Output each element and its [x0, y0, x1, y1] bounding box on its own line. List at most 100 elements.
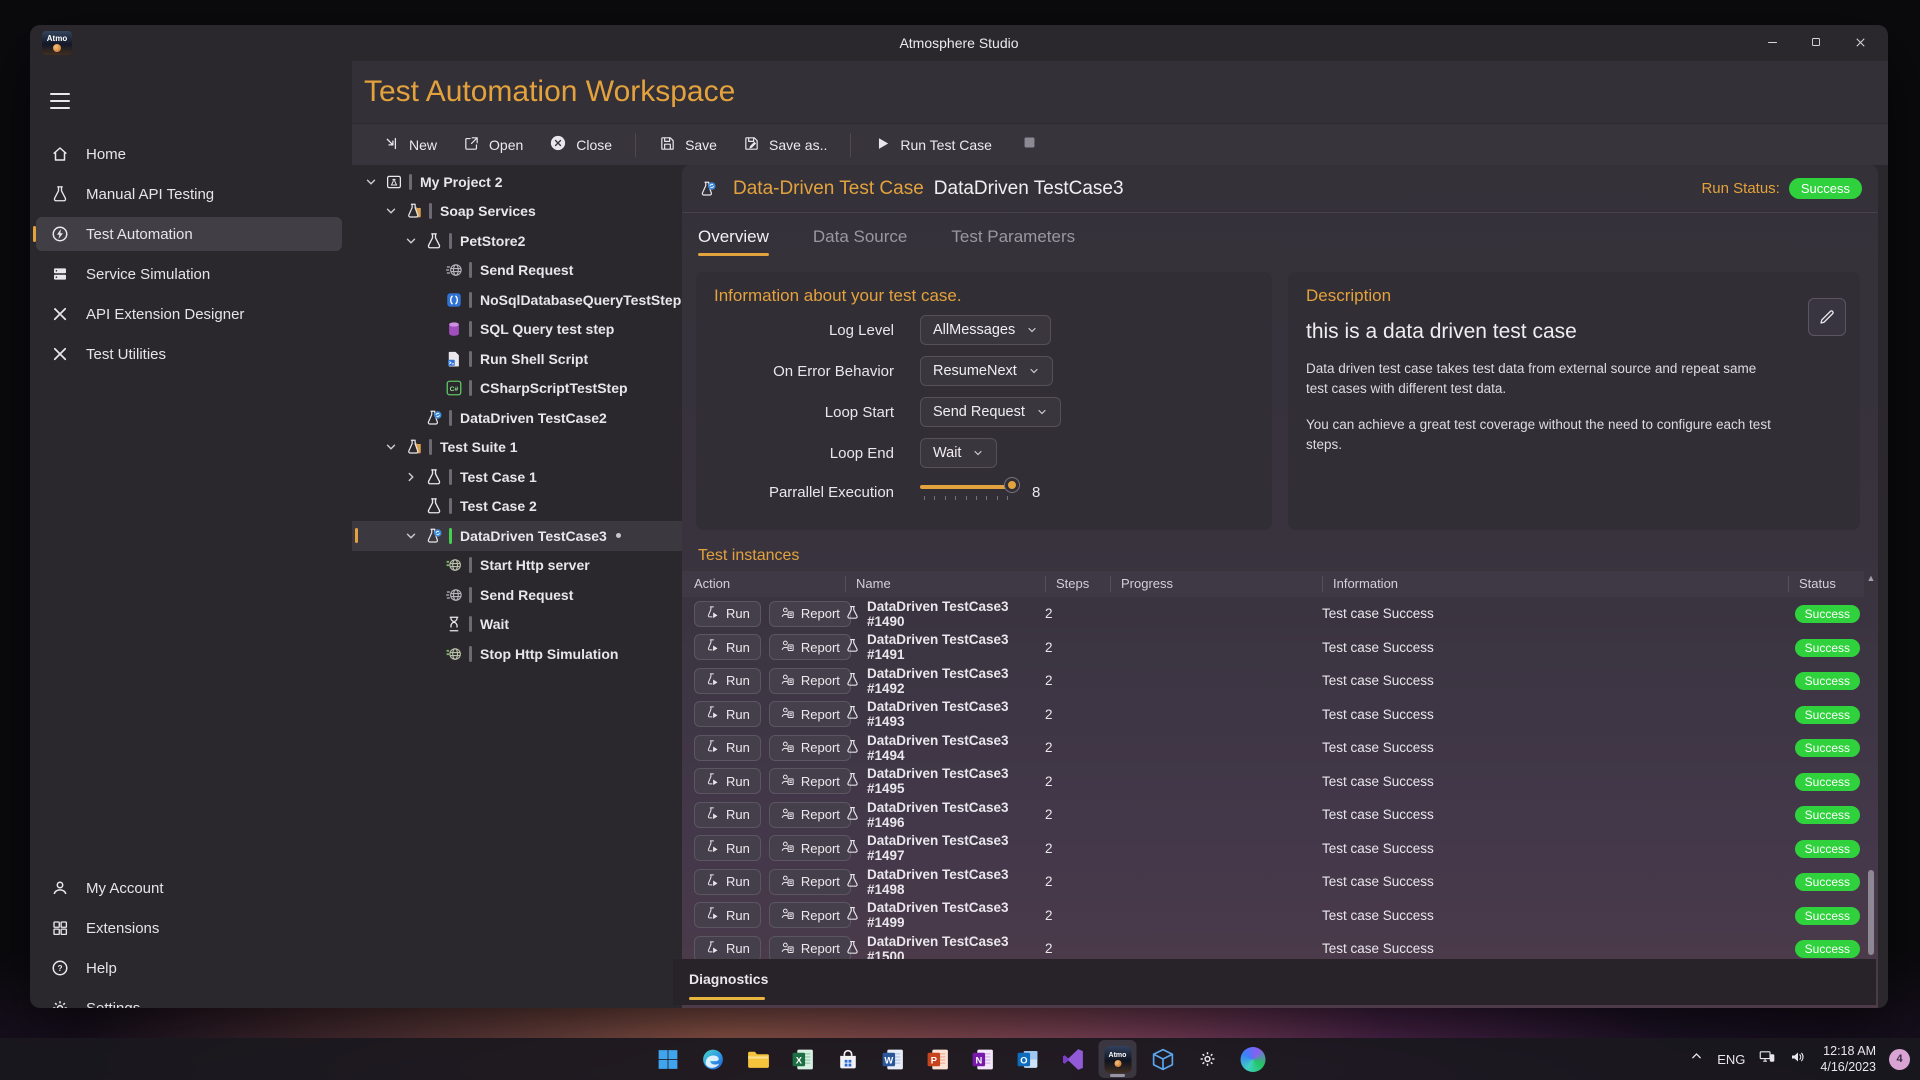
tab-data-source[interactable]: Data Source [813, 227, 908, 256]
network-icon[interactable] [1758, 1048, 1776, 1071]
notification-badge[interactable]: 4 [1889, 1049, 1910, 1070]
report-button[interactable]: Report [769, 735, 851, 761]
report-button[interactable]: Report [769, 768, 851, 794]
tree-item-petstore2[interactable]: PetStore2 [352, 226, 682, 256]
tree-item-nosqldatabasequeryteststep[interactable]: NoSqlDatabaseQueryTestStep [352, 285, 682, 315]
close-button[interactable] [1838, 25, 1882, 59]
parallel-execution-slider[interactable] [920, 485, 1012, 500]
chevron-down-icon[interactable] [384, 204, 404, 218]
chevron-down-icon[interactable] [364, 175, 384, 189]
taskbar-atmosphere-icon[interactable]: Atmo [1099, 1040, 1137, 1078]
chevron-right-icon[interactable] [404, 470, 424, 484]
sidebar-item-service-simulation[interactable]: Service Simulation [36, 257, 342, 291]
report-button[interactable]: Report [769, 936, 851, 962]
report-button[interactable]: Report [769, 869, 851, 895]
sidebar-item-settings[interactable]: Settings [36, 991, 342, 1008]
run-button[interactable]: Run [694, 936, 761, 962]
taskbar-outlook-icon[interactable]: O [1009, 1040, 1047, 1078]
table-scrollbar[interactable]: ▲ [1866, 573, 1876, 955]
toolbar-button-save-as[interactable]: Save as.. [730, 129, 840, 161]
report-button[interactable]: Report [769, 634, 851, 660]
sidebar-item-extensions[interactable]: Extensions [36, 911, 342, 945]
taskbar-edge-icon[interactable] [694, 1040, 732, 1078]
dropdown[interactable]: AllMessages [920, 315, 1051, 345]
taskbar-start-icon[interactable] [649, 1040, 687, 1078]
minimize-button[interactable] [1750, 25, 1794, 59]
tree-item-sql-query-test-step[interactable]: SQL Query test step [352, 315, 682, 345]
stop-button[interactable] [1021, 134, 1038, 156]
chevron-down-icon[interactable] [404, 529, 424, 543]
tree-item-stop-http-simulation[interactable]: Stop Http Simulation [352, 639, 682, 669]
tree-item-soap-services[interactable]: Soap Services [352, 197, 682, 227]
taskbar-file-explorer-icon[interactable] [739, 1040, 777, 1078]
run-button[interactable]: Run [694, 634, 761, 660]
run-button[interactable]: Run [694, 802, 761, 828]
slider-thumb[interactable] [1005, 478, 1019, 492]
report-button[interactable]: Report [769, 835, 851, 861]
tree-item-test-case-2[interactable]: Test Case 2 [352, 492, 682, 522]
toolbar-button-save[interactable]: Save [646, 129, 730, 161]
run-button[interactable]: Run [694, 668, 761, 694]
language-indicator[interactable]: ENG [1717, 1052, 1745, 1067]
sidebar-item-manual-api-testing[interactable]: Manual API Testing [36, 177, 342, 211]
toolbar-button-close[interactable]: Close [536, 128, 625, 161]
report-button[interactable]: Report [769, 601, 851, 627]
volume-icon[interactable] [1789, 1048, 1807, 1071]
edit-description-button[interactable] [1808, 298, 1846, 336]
run-button[interactable]: Run [694, 601, 761, 627]
taskbar-sphere-icon[interactable] [1234, 1040, 1272, 1078]
dropdown[interactable]: Send Request [920, 397, 1061, 427]
maximize-button[interactable] [1794, 25, 1838, 59]
toolbar-button-run-test-case[interactable]: Run Test Case [861, 129, 1005, 161]
tree-item-datadriven-testcase2[interactable]: DataDriven TestCase2 [352, 403, 682, 433]
sidebar-item-test-automation[interactable]: Test Automation [36, 217, 342, 251]
scroll-up-icon[interactable]: ▲ [1866, 573, 1876, 583]
tab-test-parameters[interactable]: Test Parameters [951, 227, 1075, 256]
taskbar-powerpoint-icon[interactable]: P [919, 1040, 957, 1078]
tree-item-test-case-1[interactable]: Test Case 1 [352, 462, 682, 492]
tray-chevron-up-icon[interactable] [1689, 1049, 1704, 1069]
report-button[interactable]: Report [769, 802, 851, 828]
taskbar-box-3d-icon[interactable] [1144, 1040, 1182, 1078]
sidebar-item-help[interactable]: ? Help [36, 951, 342, 985]
sidebar-item-api-extension-designer[interactable]: API Extension Designer [36, 297, 342, 331]
toolbar-button-open[interactable]: Open [450, 129, 536, 161]
tab-diagnostics[interactable]: Diagnostics [689, 971, 768, 987]
taskbar-visual-studio-icon[interactable] [1054, 1040, 1092, 1078]
run-button[interactable]: Run [694, 735, 761, 761]
tree-item-send-request[interactable]: Send Request [352, 256, 682, 286]
dropdown[interactable]: ResumeNext [920, 356, 1053, 386]
tree-item-csharpscriptteststep[interactable]: C# CSharpScriptTestStep [352, 374, 682, 404]
tree-item-run-shell-script[interactable]: Run Shell Script [352, 344, 682, 374]
run-button[interactable]: Run [694, 701, 761, 727]
taskbar-store-icon[interactable] [829, 1040, 867, 1078]
run-button[interactable]: Run [694, 768, 761, 794]
report-button[interactable]: Report [769, 701, 851, 727]
taskbar-gear-icon[interactable] [1189, 1040, 1227, 1078]
run-button[interactable]: Run [694, 902, 761, 928]
tab-overview[interactable]: Overview [698, 227, 769, 256]
chevron-down-icon[interactable] [384, 440, 404, 454]
tree-item-send-request[interactable]: Send Request [352, 580, 682, 610]
run-button[interactable]: Run [694, 835, 761, 861]
tree-item-test-suite-1[interactable]: Test Suite 1 [352, 433, 682, 463]
dropdown[interactable]: Wait [920, 438, 997, 468]
tree-item-datadriven-testcase3[interactable]: DataDriven TestCase3 [352, 521, 682, 551]
scrollbar-thumb[interactable] [1868, 870, 1874, 955]
hamburger-menu-icon[interactable] [50, 93, 70, 109]
report-button[interactable]: Report [769, 668, 851, 694]
taskbar-excel-icon[interactable]: X [784, 1040, 822, 1078]
sidebar-item-my-account[interactable]: My Account [36, 871, 342, 905]
report-button[interactable]: Report [769, 902, 851, 928]
sidebar-item-test-utilities[interactable]: Test Utilities [36, 337, 342, 371]
run-button[interactable]: Run [694, 869, 761, 895]
chevron-down-icon[interactable] [404, 234, 424, 248]
tree-item-start-http-server[interactable]: Start Http server [352, 551, 682, 581]
taskbar-word-icon[interactable]: W [874, 1040, 912, 1078]
sidebar-item-home[interactable]: Home [36, 137, 342, 171]
tree-item-my-project-2[interactable]: My Project 2 [352, 167, 682, 197]
tree-item-wait[interactable]: Wait [352, 610, 682, 640]
toolbar-button-new[interactable]: New [370, 129, 450, 161]
clock[interactable]: 12:18 AM 4/16/2023 [1820, 1043, 1876, 1076]
taskbar-onenote-icon[interactable]: N [964, 1040, 1002, 1078]
